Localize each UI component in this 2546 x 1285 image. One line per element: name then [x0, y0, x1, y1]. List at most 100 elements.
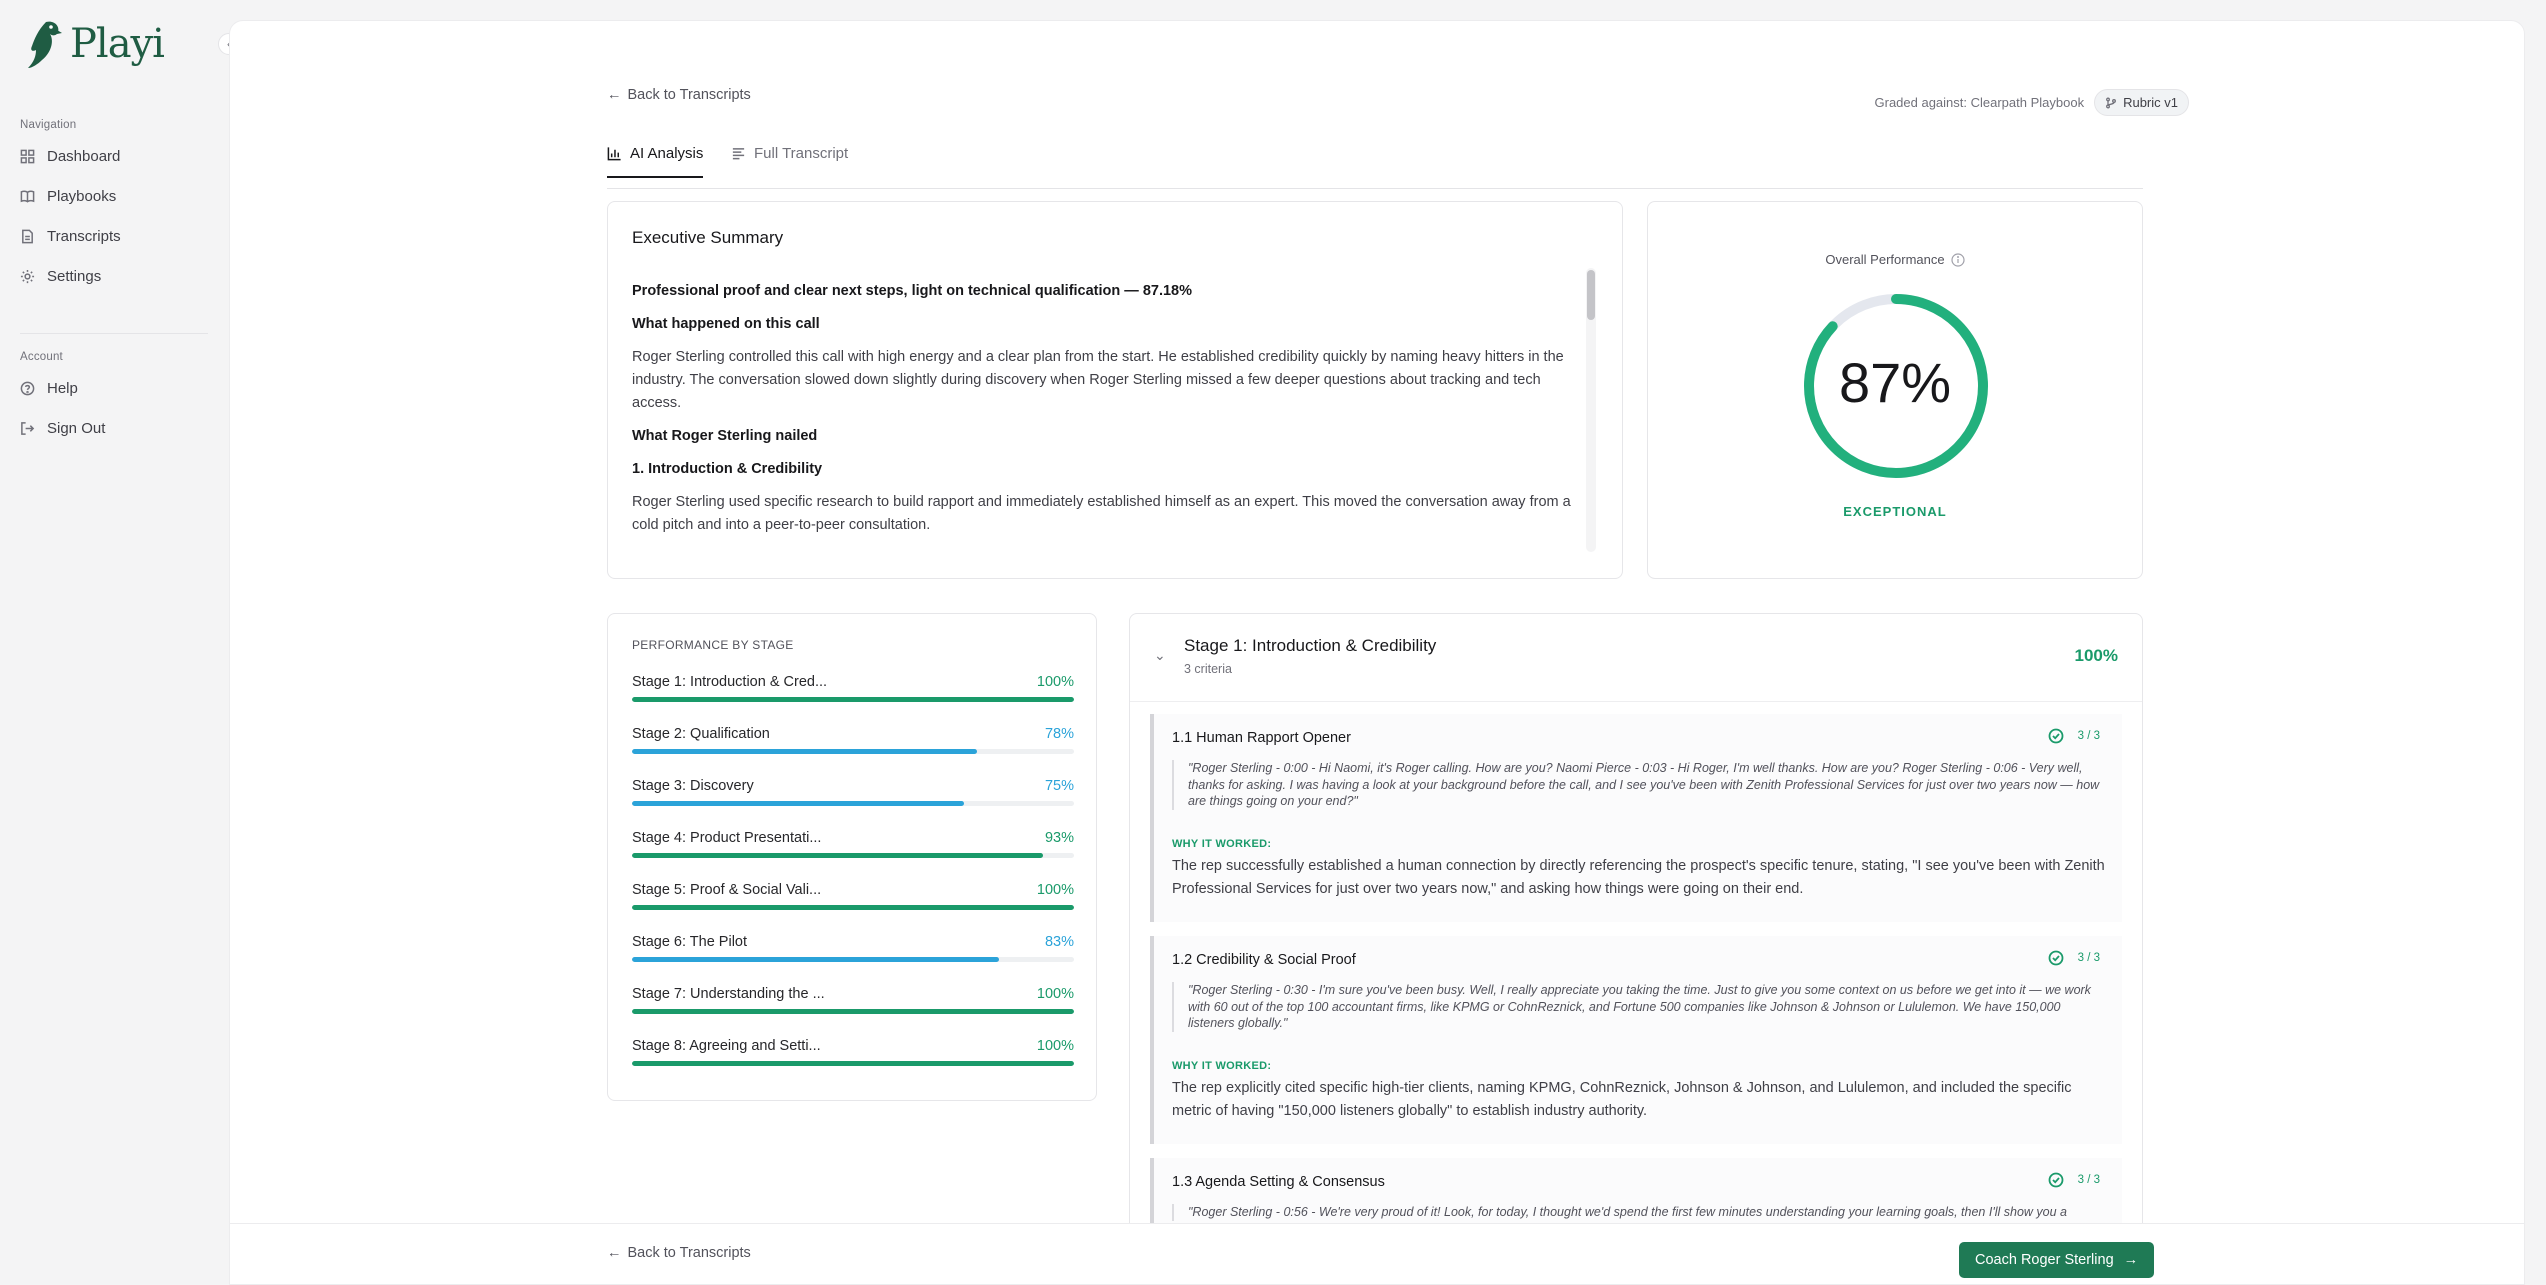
tab-label: AI Analysis	[630, 145, 704, 162]
stage-percent: 93%	[1044, 830, 1074, 846]
arrow-left-icon: ←	[607, 87, 622, 103]
sidebar-item-help[interactable]: Help	[20, 376, 78, 400]
back-link-label: Back to Transcripts	[627, 87, 751, 103]
criterion-title: 1.3 Agenda Setting & Consensus	[1172, 1174, 1385, 1190]
stage-row[interactable]: Stage 7: Understanding the ... 100%	[632, 986, 1074, 1022]
stage-name: Stage 5: Proof & Social Vali...	[632, 882, 822, 898]
help-icon	[20, 381, 35, 395]
criterion-explanation: The rep successfully established a human…	[1172, 858, 2105, 897]
stage-name: Stage 1: Introduction & Cred...	[632, 674, 828, 690]
check-circle-icon	[2048, 728, 2064, 744]
stage-percent: 100%	[1036, 674, 1074, 690]
overall-rating: EXCEPTIONAL	[1843, 504, 1947, 519]
info-icon[interactable]	[1951, 252, 1965, 267]
stage-detail-subtitle: 3 criteria	[1184, 662, 1232, 676]
logo[interactable]: Playi	[24, 18, 165, 70]
performance-by-stage-title: PERFORMANCE BY STAGE	[632, 638, 794, 652]
tab-full-transcript[interactable]: Full Transcript	[731, 145, 848, 176]
stage-progress-fill	[632, 905, 1074, 910]
stage-detail-score: 100%	[2074, 646, 2118, 665]
arrow-right-icon: →	[2123, 1252, 2139, 1268]
sidebar-item-dashboard[interactable]: Dashboard	[20, 144, 120, 168]
arrow-left-icon: ←	[607, 1245, 622, 1261]
main-panel: ← Back to Transcripts Graded against: Cl…	[229, 20, 2525, 1285]
stage-percent: 100%	[1036, 1038, 1074, 1054]
criterion-score: 3 / 3	[2048, 1172, 2100, 1188]
sidebar-item-label: Settings	[47, 267, 102, 285]
coach-button-label: Coach Roger Sterling	[1975, 1252, 2114, 1268]
stage-progress-track	[632, 697, 1074, 702]
account-section-label: Account	[20, 351, 63, 363]
stage-detail-header[interactable]: ⌄ Stage 1: Introduction & Credibility 3 …	[1130, 614, 2142, 702]
criterion-title: 1.1 Human Rapport Opener	[1172, 730, 1351, 746]
criterion-card: 1.1 Human Rapport Opener 3 / 3 "Roger St…	[1150, 714, 2122, 922]
criterion-quote: "Roger Sterling - 0:00 - Hi Naomi, it's …	[1172, 760, 2108, 810]
stage-name: Stage 3: Discovery	[632, 778, 754, 794]
sidebar-item-label: Sign Out	[47, 419, 106, 437]
summary-section-title: What happened on this call	[632, 316, 820, 332]
stage-name: Stage 8: Agreeing and Setti...	[632, 1038, 821, 1054]
why-it-worked-label: WHY IT WORKED:	[1172, 838, 1272, 850]
sidebar: Playi Navigation Dashboard Playbooks Tra…	[0, 0, 218, 1285]
coach-button[interactable]: Coach Roger Sterling →	[1959, 1242, 2155, 1278]
stage-progress-track	[632, 801, 1074, 806]
book-icon	[20, 189, 35, 203]
stage-row[interactable]: Stage 4: Product Presentati... 93%	[632, 830, 1074, 866]
tab-ai-analysis[interactable]: AI Analysis	[607, 145, 704, 178]
criterion-score: 3 / 3	[2048, 950, 2100, 966]
footer-back-to-transcripts-link[interactable]: ← Back to Transcripts	[607, 1245, 751, 1261]
criterion-card: 1.2 Credibility & Social Proof 3 / 3 "Ro…	[1150, 936, 2122, 1144]
criterion-score-text: 3 / 3	[2077, 952, 2100, 964]
tab-label: Full Transcript	[754, 145, 849, 162]
stage-progress-track	[632, 905, 1074, 910]
criterion-score-text: 3 / 3	[2077, 730, 2100, 742]
stage-row[interactable]: Stage 3: Discovery 75%	[632, 778, 1074, 814]
stage-progress-track	[632, 749, 1074, 754]
stage-progress-track	[632, 957, 1074, 962]
sidebar-item-transcripts[interactable]: Transcripts	[20, 224, 121, 248]
sidebar-item-sign-out[interactable]: Sign Out	[20, 416, 105, 440]
rubric-badge[interactable]: Rubric v1	[2094, 89, 2189, 116]
stage-progress-fill	[632, 1061, 1074, 1066]
why-it-worked-label: WHY IT WORKED:	[1172, 1060, 1272, 1072]
stage-name: Stage 6: The Pilot	[632, 934, 748, 950]
sidebar-item-playbooks[interactable]: Playbooks	[20, 184, 116, 208]
sidebar-item-settings[interactable]: Settings	[20, 264, 101, 288]
overall-score: 87%	[1838, 351, 1952, 414]
gear-icon	[20, 269, 35, 283]
stage-detail-card: ⌄ Stage 1: Introduction & Credibility 3 …	[1129, 613, 2143, 1284]
scrollbar-thumb[interactable]	[1587, 270, 1595, 320]
stage-name: Stage 2: Qualification	[632, 726, 770, 742]
logo-text: Playi	[70, 21, 165, 67]
bar-chart-icon	[607, 147, 621, 161]
stage-progress-fill	[632, 801, 964, 806]
criterion-quote: "Roger Sterling - 0:56 - We're very prou…	[1172, 1204, 2108, 1221]
sidebar-item-label: Dashboard	[47, 147, 121, 165]
stage-percent: 75%	[1044, 778, 1074, 794]
sign-out-icon	[21, 421, 35, 435]
file-icon	[22, 229, 33, 243]
executive-summary-body[interactable]: Professional proof and clear next steps,…	[632, 280, 1572, 560]
criterion-quote: "Roger Sterling - 0:30 - I'm sure you've…	[1172, 982, 2108, 1032]
sidebar-item-label: Transcripts	[47, 227, 121, 245]
summary-scrollbar[interactable]	[1586, 268, 1596, 552]
stage-progress-track	[632, 853, 1074, 858]
stage-progress-fill	[632, 957, 999, 962]
stage-progress-track	[632, 1061, 1074, 1066]
stage-row[interactable]: Stage 2: Qualification 78%	[632, 726, 1074, 762]
stage-row[interactable]: Stage 5: Proof & Social Vali... 100%	[632, 882, 1074, 918]
text-lines-icon	[732, 148, 745, 160]
stage-percent: 83%	[1044, 934, 1074, 950]
back-to-transcripts-link[interactable]: ← Back to Transcripts	[607, 87, 751, 103]
stage-row[interactable]: Stage 1: Introduction & Cred... 100%	[632, 674, 1074, 710]
graded-against-text: Graded against: Clearpath Playbook	[1874, 95, 2085, 110]
nav-section-label: Navigation	[20, 119, 77, 131]
chevron-down-icon[interactable]: ⌄	[1154, 647, 1166, 664]
stage-row[interactable]: Stage 8: Agreeing and Setti... 100%	[632, 1038, 1074, 1074]
overall-performance-label-text: Overall Performance	[1825, 252, 1945, 267]
stage-detail-title: Stage 1: Introduction & Credibility	[1184, 636, 1437, 655]
check-circle-icon	[2048, 1172, 2064, 1188]
criterion-score: 3 / 3	[2048, 728, 2100, 744]
sidebar-item-label: Help	[47, 379, 78, 397]
stage-row[interactable]: Stage 6: The Pilot 83%	[632, 934, 1074, 970]
